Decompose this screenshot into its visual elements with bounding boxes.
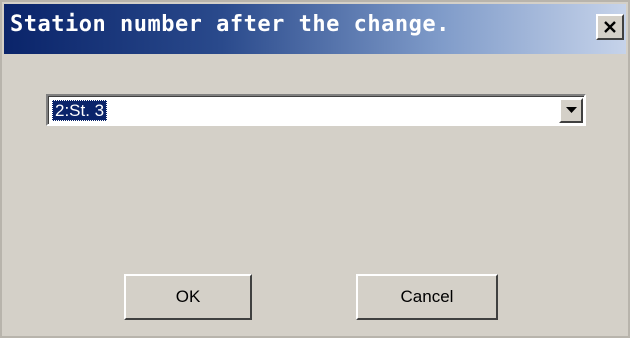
dropdown-arrow-button[interactable] — [559, 98, 583, 123]
dialog-title: Station number after the change. — [10, 12, 450, 37]
selected-station-value[interactable]: 2:St. 3 — [52, 100, 108, 121]
close-button[interactable] — [596, 14, 624, 40]
station-change-dialog: Station number after the change. 2:St. 3… — [0, 0, 630, 338]
cancel-button[interactable]: Cancel — [356, 274, 498, 320]
ok-button[interactable]: OK — [124, 274, 252, 320]
title-bar[interactable]: Station number after the change. — [4, 4, 626, 54]
dropdown-field[interactable]: 2:St. 3 — [48, 96, 584, 124]
station-number-dropdown[interactable]: 2:St. 3 — [46, 94, 586, 126]
